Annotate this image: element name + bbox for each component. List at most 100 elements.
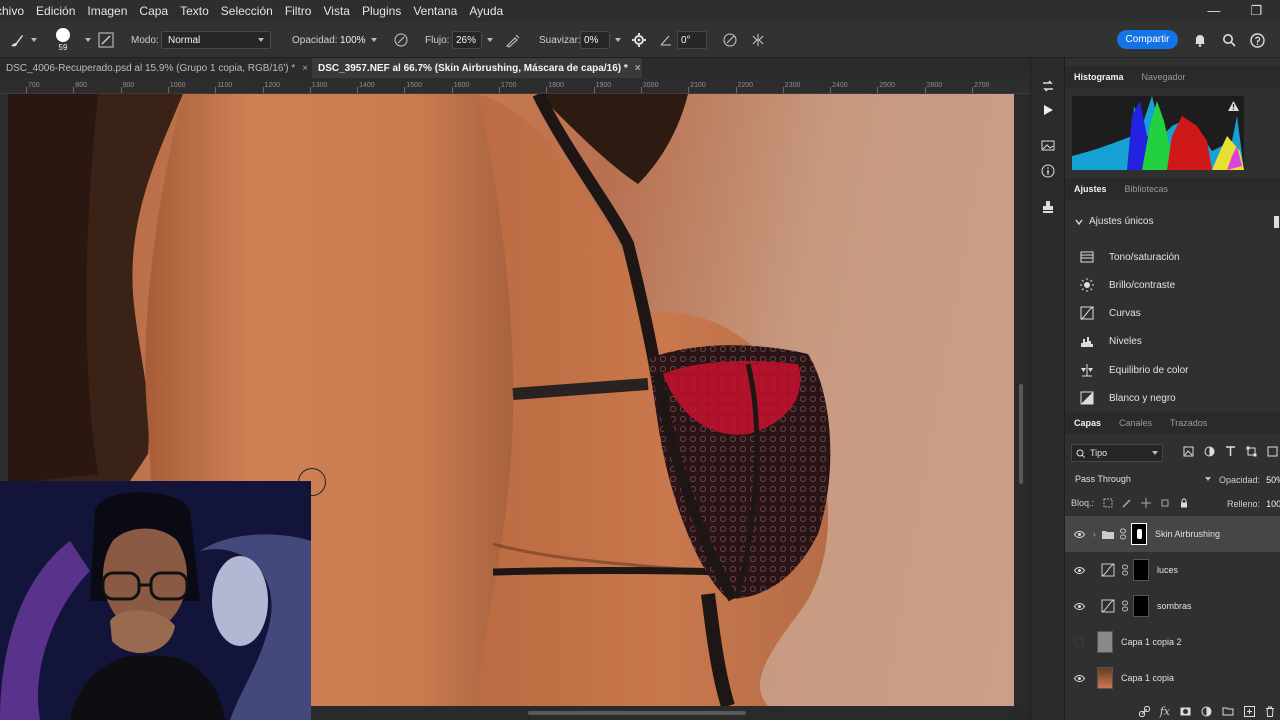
mode-select[interactable]: Normal	[161, 31, 271, 49]
menu-plugins[interactable]: Plugins	[356, 4, 407, 18]
eye-icon[interactable]	[1065, 674, 1093, 682]
blend-mode-select[interactable]: Pass Through	[1071, 470, 1211, 488]
tab-libraries[interactable]: Bibliotecas	[1116, 184, 1178, 194]
tab-document-1[interactable]: DSC_4006-Recuperado.psd al 15.9% (Grupo …	[0, 58, 310, 78]
pressure-size-icon[interactable]	[722, 22, 738, 58]
layer-row-skin-airbrushing[interactable]: › Skin Airbrushing	[1065, 516, 1280, 552]
adjustment-color-balance[interactable]: Equilibrio de color	[1065, 356, 1280, 384]
filter-type-icon[interactable]	[1225, 446, 1236, 457]
tab-channels[interactable]: Canales	[1110, 418, 1161, 428]
tab-histogram[interactable]: Histograma	[1065, 72, 1133, 82]
menu-type[interactable]: Texto	[174, 4, 215, 18]
horizontal-scroll-thumb[interactable]	[528, 711, 746, 715]
menu-select[interactable]: Selección	[215, 4, 279, 18]
lock-artboard-icon[interactable]	[1160, 498, 1170, 508]
image-icon[interactable]	[1038, 135, 1058, 155]
close-icon[interactable]: ×	[635, 63, 641, 74]
vertical-scrollbar[interactable]	[1014, 94, 1030, 706]
close-icon[interactable]: ×	[302, 63, 308, 74]
layer-mask-thumbnail[interactable]	[1133, 559, 1149, 581]
filter-adjustment-icon[interactable]	[1204, 446, 1215, 457]
folder-icon[interactable]	[1222, 706, 1234, 716]
layer-row-luces[interactable]: luces	[1065, 552, 1280, 588]
flow-dropdown[interactable]	[487, 38, 493, 42]
gear-icon[interactable]	[632, 22, 646, 58]
bell-icon[interactable]	[1193, 22, 1207, 58]
tab-adjustments[interactable]: Ajustes	[1065, 184, 1116, 194]
menu-file[interactable]: chivo	[0, 4, 30, 18]
menu-layer[interactable]: Capa	[133, 4, 174, 18]
link-icon[interactable]	[1121, 564, 1129, 576]
opacity-dropdown[interactable]	[370, 38, 377, 42]
layer-row-capa-1-copia-2[interactable]: Capa 1 copia 2	[1065, 624, 1280, 660]
opacity-input[interactable]: 100%	[340, 35, 366, 46]
menu-view[interactable]: Vista	[317, 4, 355, 18]
restore-button[interactable]: ❐	[1250, 3, 1262, 19]
layer-row-capa-1-copia[interactable]: Capa 1 copia	[1065, 660, 1280, 696]
airbrush-icon[interactable]	[505, 22, 521, 58]
layer-filter-select[interactable]: Tipo	[1071, 444, 1163, 462]
tab-layers[interactable]: Capas	[1065, 418, 1110, 428]
filter-pixel-icon[interactable]	[1183, 446, 1194, 457]
share-button[interactable]: Compartir	[1117, 30, 1178, 49]
smooth-dropdown[interactable]	[615, 38, 621, 42]
adjustment-black-white[interactable]: Blanco y negro	[1065, 384, 1280, 412]
fx-icon[interactable]: fx	[1160, 705, 1170, 718]
menu-image[interactable]: Imagen	[81, 4, 133, 18]
link-icon[interactable]	[1119, 528, 1127, 540]
eye-icon[interactable]	[1065, 530, 1093, 538]
lock-pixels-icon[interactable]	[1103, 498, 1113, 508]
info-icon[interactable]	[1038, 161, 1058, 181]
warning-icon[interactable]	[1228, 101, 1239, 114]
transform-icon[interactable]	[1038, 76, 1058, 96]
filter-smart-object-icon[interactable]	[1267, 446, 1278, 457]
eye-icon[interactable]	[1065, 602, 1093, 610]
smooth-input[interactable]: 0%	[580, 31, 610, 49]
vertical-scroll-thumb[interactable]	[1019, 384, 1023, 484]
tab-paths[interactable]: Trazados	[1161, 418, 1216, 428]
minimize-button[interactable]: —	[1207, 3, 1220, 19]
adjustment-layer-icon[interactable]	[1201, 706, 1212, 717]
adjustment-levels[interactable]: Niveles	[1065, 327, 1280, 355]
add-mask-icon[interactable]	[1180, 706, 1191, 717]
fill-input[interactable]: 100%	[1266, 499, 1280, 509]
play-icon[interactable]	[1038, 100, 1058, 120]
visibility-toggle[interactable]	[1065, 637, 1093, 647]
lock-all-icon[interactable]	[1179, 498, 1189, 508]
layer-opacity-input[interactable]: 50%	[1266, 475, 1280, 485]
adjustment-curves[interactable]: Curvas	[1065, 299, 1280, 327]
tab-document-2[interactable]: DSC_3957.NEF al 66.7% (Skin Airbrushing,…	[312, 58, 642, 78]
menu-help[interactable]: Ayuda	[463, 4, 509, 18]
adjustment-brightness-contrast[interactable]: Brillo/contraste	[1065, 271, 1280, 299]
filter-shape-icon[interactable]	[1246, 446, 1257, 457]
trash-icon[interactable]	[1265, 706, 1275, 717]
brush-settings-icon[interactable]	[98, 22, 114, 58]
menu-window[interactable]: Ventana	[407, 4, 463, 18]
adjust-section-header[interactable]: Ajustes únicos	[1075, 216, 1153, 227]
brush-preset-dropdown[interactable]	[80, 22, 91, 58]
symmetry-icon[interactable]	[750, 22, 766, 58]
stamp-icon[interactable]	[1038, 197, 1058, 217]
pressure-opacity-icon[interactable]	[393, 22, 409, 58]
angle-input[interactable]: 0°	[677, 31, 707, 49]
layer-row-sombras[interactable]: sombras	[1065, 588, 1280, 624]
brush-tool-icon[interactable]	[8, 22, 37, 58]
menu-edit[interactable]: Edición	[30, 4, 81, 18]
brush-preset-picker[interactable]: 59	[56, 22, 70, 58]
layer-thumbnail[interactable]	[1097, 631, 1113, 653]
help-icon[interactable]	[1250, 22, 1265, 58]
panel-menu-icon[interactable]	[1274, 216, 1279, 228]
link-icon[interactable]	[1121, 600, 1129, 612]
flow-input[interactable]: 26%	[452, 31, 482, 49]
link-layers-icon[interactable]	[1138, 705, 1150, 717]
lock-paint-icon[interactable]	[1122, 498, 1132, 508]
layer-mask-thumbnail[interactable]	[1131, 523, 1147, 545]
lock-position-icon[interactable]	[1141, 498, 1152, 508]
chevron-right-icon[interactable]: ›	[1093, 530, 1101, 539]
menu-filter[interactable]: Filtro	[279, 4, 318, 18]
eye-icon[interactable]	[1065, 566, 1093, 574]
add-layer-icon[interactable]	[1244, 705, 1255, 717]
tab-navigator[interactable]: Navegador	[1133, 72, 1195, 82]
layer-mask-thumbnail[interactable]	[1133, 595, 1149, 617]
layer-thumbnail[interactable]	[1097, 667, 1113, 689]
